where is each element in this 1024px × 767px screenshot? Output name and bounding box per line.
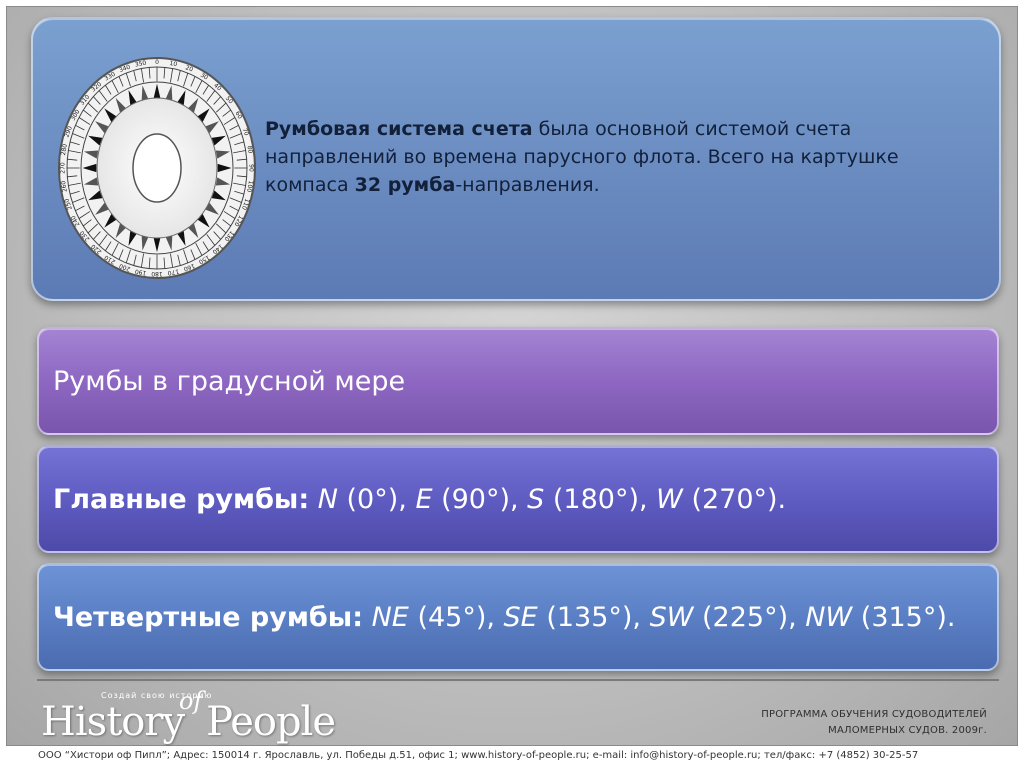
- compass-degree-label: 0: [155, 59, 159, 66]
- compass-degree-label: 80: [245, 145, 253, 154]
- compass-degree-label: 180: [151, 270, 163, 277]
- quarter-points-bar: Четвертные румбы: NE (45°), SE (135°), S…: [37, 563, 999, 671]
- main-point-degree: (0°),: [337, 483, 416, 515]
- quarter-point-degree: (135°),: [537, 601, 650, 633]
- degree-measure-bar: Румбы в градусной мере: [37, 327, 999, 435]
- compass-degree-label: 90: [248, 164, 255, 172]
- compass-card-image: 0 102030405060708090100110120130140150160…: [58, 57, 256, 279]
- quarter-point-degree: (45°),: [408, 601, 504, 633]
- intro-bold-term: Румбовая система счета: [265, 118, 533, 140]
- footer-contacts: ООО “Хистори оф Пипл”; Адрес: 150014 г. …: [38, 750, 919, 761]
- history-of-people-logo: Создай свою историю History People of: [41, 687, 336, 745]
- main-point-degree: (180°),: [544, 483, 657, 515]
- intro-text-part2: -направления.: [455, 174, 600, 196]
- quarter-point-degree: (315°).: [852, 601, 956, 633]
- main-point-degree: (90°),: [432, 483, 528, 515]
- slide: 0 10 20 30 40 50 60 70 80 90 100 110 120 130 140 150 160…: [6, 6, 1018, 746]
- logo-people: People: [206, 699, 336, 745]
- quarter-point-degree: (225°),: [693, 601, 806, 633]
- logo-history: History: [41, 699, 185, 745]
- intro-panel: 0 10 20 30 40 50 60 70 80 90 100 110 120 130 140 150 160…: [31, 17, 1001, 301]
- program-line-1: ПРОГРАММА ОБУЧЕНИЯ СУДОВОДИТЕЛЕЙ: [761, 709, 987, 720]
- quarter-point-code: NW: [805, 601, 853, 633]
- quarter-point-code: SW: [649, 601, 694, 633]
- program-caption: ПРОГРАММА ОБУЧЕНИЯ СУДОВОДИТЕЛЕЙ МАЛОМЕР…: [761, 707, 987, 739]
- main-points-label: Главные румбы:: [53, 483, 310, 515]
- intro-text: Румбовая система счета была основной сис…: [265, 115, 985, 199]
- main-point-degree: (270°).: [682, 483, 787, 515]
- main-point-code: S: [527, 483, 545, 515]
- main-point-code: W: [656, 483, 683, 515]
- quarter-point-code: NE: [371, 601, 409, 633]
- compass-degree-label: 270: [60, 162, 67, 174]
- logo-of: of: [179, 687, 203, 715]
- degree-measure-label: Румбы в градусной мере: [53, 365, 406, 397]
- quarter-point-code: SE: [503, 601, 538, 633]
- main-points-bar: Главные румбы: N (0°), E (90°), S (180°)…: [37, 445, 999, 553]
- main-point-code: N: [317, 483, 338, 515]
- intro-bold-count: 32 румба: [354, 174, 456, 196]
- main-point-code: E: [415, 483, 433, 515]
- footer-divider: [37, 679, 999, 681]
- quarter-points-label: Четвертные румбы:: [53, 601, 363, 633]
- program-line-2: МАЛОМЕРНЫХ СУДОВ. 2009г.: [828, 725, 987, 736]
- compass-degree-label: 10: [169, 60, 178, 68]
